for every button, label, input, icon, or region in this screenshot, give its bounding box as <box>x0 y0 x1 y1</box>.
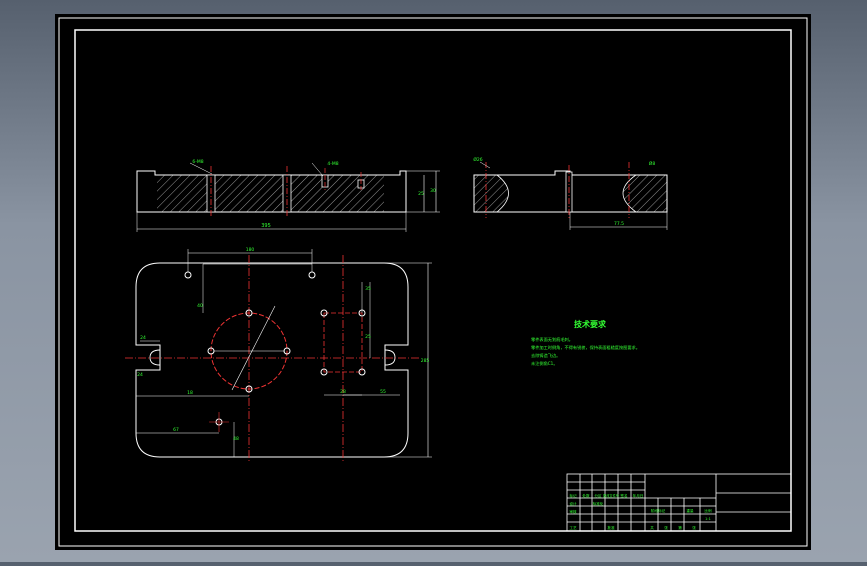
plan-height-dim: 285 <box>421 358 430 364</box>
tb-process: 工艺 <box>569 525 577 530</box>
tech-line-2: 零件加工时倒角，不得有锐棱，保持表面粗糙度按图要求。 <box>531 344 640 351</box>
tb-zone: 分区 <box>594 493 602 498</box>
plan-left-a: 24 <box>140 335 146 341</box>
front-height-1: 25 <box>418 191 424 197</box>
tb-sheet-2: 张 <box>692 525 696 530</box>
side-right-note: Ø8 <box>649 160 656 167</box>
tb-approve: 批准 <box>607 525 615 530</box>
tb-total: 共 <box>650 525 654 530</box>
plan-v3: 48 <box>233 436 239 442</box>
tb-scale-value: 1:1 <box>705 517 711 521</box>
front-left-note: 6-M8 <box>192 159 203 165</box>
tb-review: 审核 <box>569 509 577 514</box>
cad-viewport[interactable]: 395 6-M8 4-M8 25 30 Ø26 Ø8 77.5 180 285 … <box>0 0 867 562</box>
tech-title: 技术要求 <box>574 319 607 329</box>
plan-bottom-left: 67 <box>173 427 179 433</box>
tb-scale-label: 比例 <box>704 508 712 513</box>
tb-count: 处数 <box>582 493 590 498</box>
plan-mid-b: 55 <box>380 389 386 395</box>
tb-sheet-1: 张 <box>664 525 668 530</box>
tb-nth: 第 <box>678 525 682 530</box>
plan-mid-a: 28 <box>340 389 346 395</box>
plan-v2: 25 <box>365 334 371 340</box>
tb-design: 设计 <box>569 501 577 506</box>
tb-standard: 标准化 <box>593 501 604 506</box>
drawing-canvas: 395 6-M8 4-M8 25 30 Ø26 Ø8 77.5 180 285 … <box>55 14 811 550</box>
drawing-sheet <box>55 14 811 550</box>
tb-sign: 签名 <box>620 493 628 498</box>
side-top-note: Ø26 <box>473 156 482 163</box>
front-right-note: 4-M8 <box>327 161 338 167</box>
tech-line-3: 去除铸造飞边。 <box>531 352 560 359</box>
plan-left-c: 40 <box>197 303 203 309</box>
plan-left-b: 18 <box>187 390 193 396</box>
front-height-2: 30 <box>430 188 436 194</box>
tb-stage: 阶段标记 <box>651 508 666 513</box>
plan-top-dim: 180 <box>246 247 255 253</box>
plan-v1: 35 <box>365 286 371 292</box>
tb-weight: 重量 <box>686 508 694 513</box>
tb-mark: 标记 <box>569 493 577 498</box>
tech-line-4: 未注倒角C1。 <box>531 360 558 367</box>
front-length-dim: 395 <box>261 223 271 229</box>
plan-v4: 24 <box>137 372 143 378</box>
tb-date: 年月日 <box>633 493 644 498</box>
tb-change-doc: 更改文件号 <box>603 493 619 498</box>
side-bottom-dim: 77.5 <box>614 221 624 227</box>
tech-line-1: 零件表面无划痕毛刺。 <box>531 336 573 343</box>
